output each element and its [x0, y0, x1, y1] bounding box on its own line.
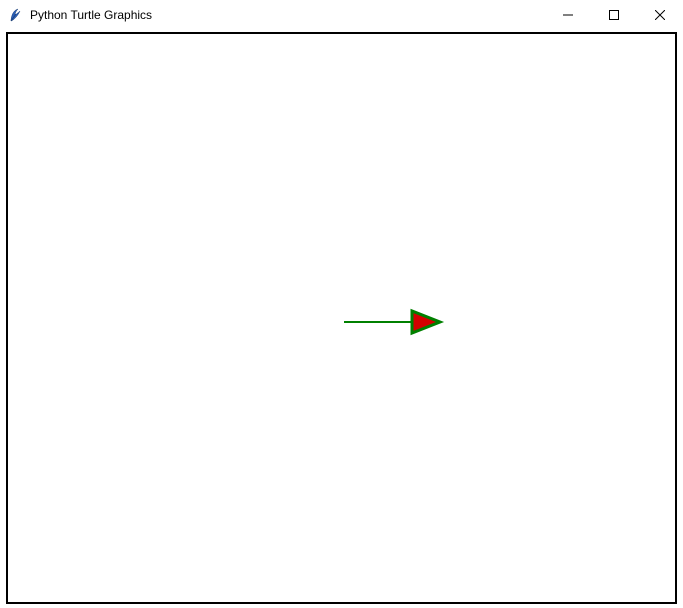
canvas-border: [6, 32, 677, 604]
window-title: Python Turtle Graphics: [30, 8, 152, 22]
titlebar[interactable]: Python Turtle Graphics: [0, 0, 683, 30]
titlebar-left: Python Turtle Graphics: [8, 7, 152, 23]
turtle-canvas: [8, 34, 675, 602]
close-button[interactable]: [637, 0, 683, 30]
turtle-cursor-arrow-icon: [410, 305, 450, 342]
window-controls: [545, 0, 683, 30]
app-window: Python Turtle Graphics: [0, 0, 683, 608]
maximize-button[interactable]: [591, 0, 637, 30]
feather-icon: [8, 7, 24, 23]
minimize-button[interactable]: [545, 0, 591, 30]
turtle-path-line: [344, 321, 420, 323]
